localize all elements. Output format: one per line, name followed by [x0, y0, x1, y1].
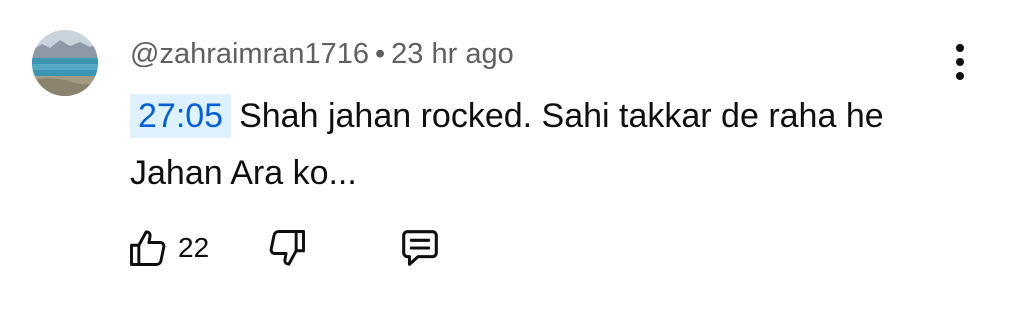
more-vert-icon	[956, 44, 964, 52]
more-vert-icon-dot	[956, 58, 964, 66]
comment: @zahraimran1716 • 23 hr ago 27:05 Shah jaha…	[0, 0, 1024, 320]
comment-meta: @zahraimran1716 • 23 hr ago	[130, 36, 514, 72]
comment-text: Shah jahan rocked. Sahi takkar de raha h…	[130, 97, 884, 192]
comment-body: 27:05 Shah jahan rocked. Sahi takkar de r…	[130, 88, 950, 202]
comment-reply-icon	[402, 230, 438, 266]
comment-time[interactable]: 23 hr ago	[391, 38, 514, 70]
timestamp-link[interactable]: 27:05	[130, 94, 232, 138]
reply-button[interactable]	[397, 225, 443, 271]
more-vert-icon-dot	[956, 72, 964, 80]
more-options-button[interactable]	[944, 40, 976, 84]
avatar[interactable]	[32, 30, 98, 96]
thumbs-up-icon	[130, 230, 166, 266]
dislike-button[interactable]	[265, 226, 309, 270]
author-name[interactable]: @zahraimran1716	[130, 38, 369, 70]
meta-separator: •	[375, 38, 386, 70]
thumbs-down-icon	[269, 230, 306, 266]
comment-actions: 22	[126, 222, 443, 274]
like-count: 22	[178, 232, 210, 263]
avatar-landscape-image	[32, 30, 98, 96]
like-button[interactable]: 22	[126, 226, 209, 270]
